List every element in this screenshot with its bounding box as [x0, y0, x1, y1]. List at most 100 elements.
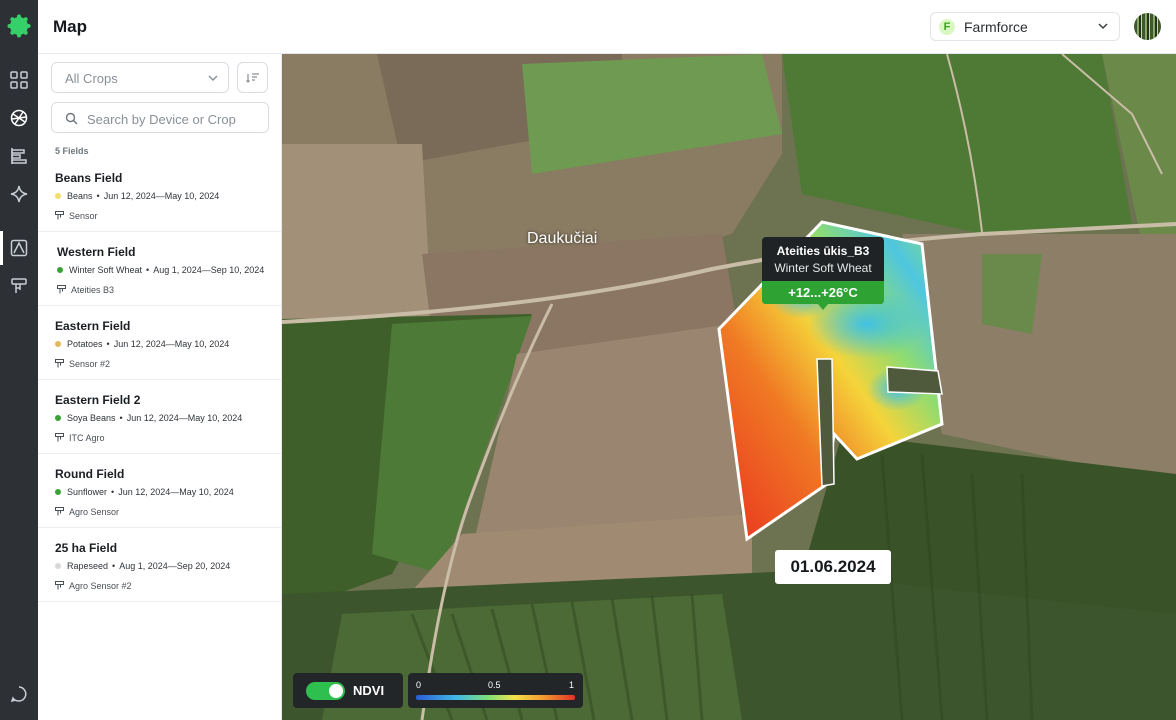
tooltip-temperature: +12...+26°C — [762, 281, 884, 304]
ndvi-toggle-panel: NDVI — [293, 673, 403, 708]
app-rail — [0, 0, 38, 720]
field-name: Eastern Field 2 — [55, 393, 141, 407]
season-dates: Aug 1, 2024—Sep 20, 2024 — [119, 561, 231, 571]
sensor-device-icon — [55, 433, 64, 442]
active-indicator — [0, 231, 3, 265]
device-info: Agro Sensor #2 — [55, 581, 132, 591]
crop-color-dot — [55, 563, 61, 569]
reports-chart-icon[interactable] — [9, 146, 29, 166]
device-name: Agro Sensor — [69, 507, 120, 517]
fields-map-icon[interactable] — [9, 108, 29, 128]
crop-color-dot — [55, 415, 61, 421]
ndvi-toggle[interactable] — [306, 682, 345, 700]
crop-color-dot — [55, 341, 61, 347]
sensor-device-icon — [55, 507, 64, 516]
scale-mid: 0.5 — [488, 680, 501, 690]
app-logo-icon[interactable] — [7, 14, 31, 38]
ndvi-label: NDVI — [353, 683, 385, 698]
season-dates: Aug 1, 2024—Sep 10, 2024 — [153, 265, 265, 275]
fields-sidebar: All Crops 5 Fields Beans Field Beans•Jun… — [38, 54, 282, 720]
field-list-item[interactable]: Western Field Winter Soft Wheat • Aug 1, 2… — [38, 232, 281, 306]
season-dates: Jun 12, 2024—May 10, 2024 — [103, 191, 220, 201]
sensor-device-icon — [55, 359, 64, 368]
tooltip-farm-name: Ateities ūkis_B3 — [776, 244, 870, 258]
sensor-device-icon — [55, 211, 64, 220]
field-name: Eastern Field — [55, 319, 131, 333]
map-layer-icon[interactable] — [9, 238, 29, 258]
dashboard-grid-icon[interactable] — [9, 70, 29, 90]
crop-filter-select[interactable]: All Crops — [51, 62, 229, 93]
field-name: Round Field — [55, 467, 125, 481]
season-dates: Jun 12, 2024—May 10, 2024 — [118, 487, 234, 497]
crop-color-dot — [55, 193, 61, 199]
season-dates: Jun 12, 2024—May 10, 2024 — [113, 339, 230, 349]
device-name: Sensor #2 — [69, 359, 111, 369]
insights-sparkle-icon[interactable] — [9, 184, 29, 204]
sort-icon — [246, 73, 259, 83]
satellite-map[interactable]: Daukučiai Ateities ūkis_B3 Winter Soft W… — [282, 54, 1176, 720]
tooltip-crop: Winter Soft Wheat — [774, 261, 872, 275]
top-header: Map F Farmforce — [38, 0, 1176, 54]
field-name: 25 ha Field — [55, 541, 118, 555]
sort-button[interactable] — [237, 62, 268, 93]
field-name: Beans Field — [55, 171, 123, 185]
org-name: Farmforce — [964, 19, 1028, 35]
ndvi-gradient-bar — [416, 695, 575, 700]
satellite-imagery — [282, 54, 1176, 720]
field-name: Western Field — [57, 245, 136, 259]
field-list-item[interactable]: Eastern Field 2 Soya Beans • Jun 12, 2024—… — [38, 380, 281, 454]
crop-name: Winter Soft Wheat — [69, 265, 143, 275]
ndvi-scale-legend: 0 0.5 1 — [408, 673, 583, 708]
device-name: Ateities B3 — [71, 285, 115, 295]
field-list-item[interactable]: Beans Field Beans • Jun 12, 2024—May 10, 2… — [38, 158, 281, 232]
device-name: ITC Agro — [69, 433, 105, 443]
search-icon — [65, 112, 78, 125]
tooltip-arrow — [818, 304, 828, 310]
crop-name: Sunflower — [67, 487, 108, 497]
organization-selector[interactable]: F Farmforce — [930, 12, 1120, 41]
field-meta: Winter Soft Wheat • Aug 1, 2024—Sep 10, 20… — [57, 265, 264, 275]
field-meta: Rapeseed • Aug 1, 2024—Sep 20, 2024 — [55, 561, 230, 571]
place-label: Daukučiai — [527, 230, 598, 247]
field-meta: Potatoes • Jun 12, 2024—May 10, 2024 — [55, 339, 229, 349]
device-name: Sensor — [69, 211, 98, 221]
scale-max: 1 — [569, 680, 575, 690]
crop-name: Soya Beans — [67, 413, 116, 423]
crop-color-dot — [57, 267, 63, 273]
fields-list: Beans Field Beans • Jun 12, 2024—May 10, 2… — [38, 158, 281, 602]
crop-color-dot — [55, 489, 61, 495]
search-field[interactable] — [51, 102, 269, 133]
device-info: ITC Agro — [55, 433, 105, 443]
imagery-date-label: 01.06.2024 — [775, 550, 891, 584]
chat-support-icon[interactable] — [9, 684, 29, 704]
sensor-device-icon — [57, 285, 66, 294]
device-name: Agro Sensor #2 — [69, 581, 132, 591]
crop-name: Rapeseed — [67, 561, 109, 571]
chevron-down-icon — [1098, 23, 1108, 30]
chevron-down-icon — [208, 75, 218, 81]
field-list-item[interactable]: Round Field Sunflower • Jun 12, 2024—May 1… — [38, 454, 281, 528]
crop-name: Beans — [67, 191, 93, 201]
device-info: Sensor — [55, 211, 98, 221]
device-info: Ateities B3 — [57, 285, 114, 295]
field-meta: Sunflower • Jun 12, 2024—May 10, 2024 — [55, 487, 234, 497]
fields-count: 5 Fields — [55, 146, 89, 156]
field-tooltip[interactable]: Ateities ūkis_B3 Winter Soft Wheat +12..… — [762, 237, 884, 310]
field-meta: Soya Beans • Jun 12, 2024—May 10, 2024 — [55, 413, 242, 423]
org-initial-badge: F — [939, 19, 955, 35]
sensor-device-icon[interactable] — [9, 276, 29, 296]
toggle-knob — [329, 684, 343, 698]
sensor-device-icon — [55, 581, 64, 590]
device-info: Agro Sensor — [55, 507, 119, 517]
field-list-item[interactable]: Eastern Field Potatoes • Jun 12, 2024—May … — [38, 306, 281, 380]
field-meta: Beans • Jun 12, 2024—May 10, 2024 — [55, 191, 219, 201]
search-input[interactable] — [85, 108, 264, 130]
scale-min: 0 — [416, 680, 422, 690]
crop-filter-value: All Crops — [65, 71, 118, 86]
user-avatar[interactable] — [1134, 13, 1161, 40]
season-dates: Jun 12, 2024—May 10, 2024 — [126, 413, 243, 423]
device-info: Sensor #2 — [55, 359, 110, 369]
page-title: Map — [53, 17, 87, 36]
field-list-item[interactable]: 25 ha Field Rapeseed • Aug 1, 2024—Sep 20,… — [38, 528, 281, 602]
crop-name: Potatoes — [67, 339, 103, 349]
